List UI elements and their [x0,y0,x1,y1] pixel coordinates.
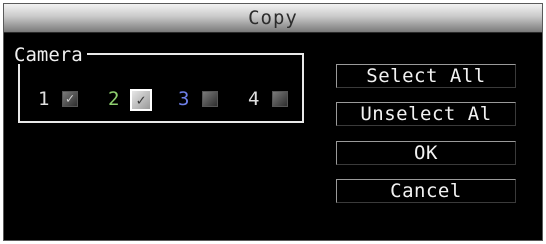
camera-1-number: 1 [38,88,50,110]
dialog-titlebar: Copy [4,4,542,33]
camera-2-checkbox[interactable]: ✓ [130,89,152,111]
camera-group-legend: Camera [10,46,87,65]
camera-3-checkbox[interactable] [202,91,218,107]
dialog-title: Copy [248,7,298,29]
camera-4-number: 4 [248,88,260,110]
cancel-button[interactable]: Cancel [336,179,516,203]
select-all-button[interactable]: Select All [336,64,516,88]
camera-1-checkbox[interactable]: ✓ [62,91,78,107]
unselect-all-button[interactable]: Unselect Al [336,102,516,126]
checkmark-icon: ✓ [136,91,146,109]
ok-button[interactable]: OK [336,141,516,165]
camera-4-checkbox[interactable] [272,91,288,107]
camera-3-number: 3 [178,88,190,110]
checkmark-icon: ✓ [65,91,75,107]
camera-2-number: 2 [108,88,120,110]
